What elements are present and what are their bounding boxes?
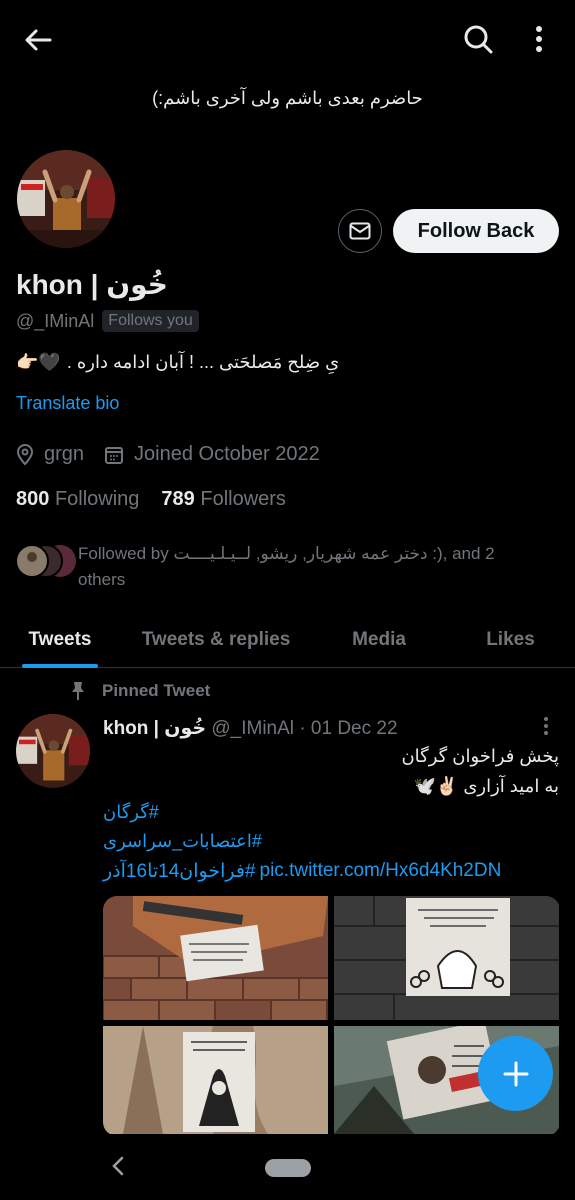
mail-icon [349,222,371,240]
followers-count: 789 [161,488,195,510]
location-pin-icon [16,443,34,465]
system-back-button[interactable] [104,1152,132,1180]
tweet-author-name[interactable]: khon | خُون [103,718,206,739]
calendar-icon [105,446,124,464]
mutual-avatar-stack [15,544,76,578]
more-vertical-icon [544,717,548,735]
more-vertical-icon [536,26,542,52]
location: grgn [44,443,85,465]
photo-mailbox [103,896,328,1020]
photo-poster-chain [334,896,559,1020]
tab-tweets[interactable]: Tweets [0,612,120,668]
back-arrow-icon [25,29,52,51]
translate-bio-link[interactable]: Translate bio [16,393,119,414]
tab-media[interactable]: Media [312,612,446,667]
following-label: Following [54,488,140,510]
hashtag-link[interactable]: #گرگان [103,802,159,823]
tweet-author-handle: @_IMinAl [211,718,295,739]
tweet-photo[interactable] [103,896,328,1020]
tab-tweets-replies[interactable]: Tweets & replies [120,612,312,667]
followed-by-avatars [15,541,78,581]
search-icon [464,25,493,54]
media-link[interactable]: pic.twitter.com/Hx6d4Kh2DN [260,860,502,883]
tweet-more-button[interactable] [536,714,556,738]
tweet-header: khon | خُون @_IMinAl · 01 Dec 22 [103,717,398,740]
pinned-indicator: Pinned Tweet [70,681,210,701]
search-button[interactable] [456,18,500,60]
handle-row: @_IMinAl Follows you [16,310,199,332]
followers-link[interactable]: 789 Followers [161,488,286,511]
handle: @_IMinAl [16,310,95,331]
profile-meta: grgn Joined October 2022 [16,443,320,466]
tweet-text-line: پخش فراخوان گرگان [401,746,559,766]
hashtag-link[interactable]: #فراخوان14تا16آذر [103,860,256,883]
following-count: 800 [16,488,50,510]
tweet-avatar-photo [16,714,90,788]
bio-text: یِ ضِلح مَصلحَتی ... ! آبان ادامه داره . [66,352,340,372]
tweet-date[interactable]: 01 Dec 22 [311,718,398,739]
plus-icon [503,1061,528,1086]
tweet-author-avatar[interactable] [16,714,90,788]
tweet-text-line: به امید آزاری ✌🏻🕊️ [413,776,560,796]
profile-tabs: Tweets Tweets & replies Media Likes [0,612,575,668]
follow-back-button[interactable]: Follow Back [393,209,559,253]
profile-avatar[interactable] [17,150,115,248]
followed-by-text: Followed by ‏دختر عمه شهریار‏, ریشو, لــ… [78,544,495,589]
more-options-button[interactable] [522,18,556,60]
follow-counts: 800 Following 789 Followers [16,488,286,511]
avatar-photo [17,150,115,248]
bio: 👉🏻🖤 یِ ضِلح مَصلحَتی ... ! آبان ادامه دا… [16,352,575,373]
tweet-links-row: #فراخوان14تا16آذر pic.twitter.com/Hx6d4K… [103,860,501,883]
joined-date: Joined October 2022 [134,443,320,465]
pinned-label: Pinned Tweet [102,681,211,700]
bio-emojis: 👉🏻🖤 [16,352,61,372]
followers-label: Followers [200,488,286,510]
tweet-separator: · [299,718,306,739]
chevron-left-icon [112,1156,124,1176]
banner-text: حاضرم بعدی باشم ولی آخری باشم:) [152,88,423,108]
pin-icon [72,682,84,700]
hashtag-link[interactable]: #اعتصابات_سراسری [103,831,262,852]
compose-tweet-button[interactable] [478,1036,553,1111]
followed-by[interactable]: Followed by ‏دختر عمه شهریار‏, ریشو, لــ… [15,541,546,593]
following-link[interactable]: 800 Following [16,488,139,511]
back-button[interactable] [14,20,62,60]
tweet-photo[interactable] [103,1026,328,1134]
follows-you-badge: Follows you [102,310,199,332]
display-name: khon | خُون [16,269,168,300]
tweet-photo[interactable] [334,896,559,1020]
photo-tree-poster [103,1026,328,1134]
tab-likes[interactable]: Likes [446,612,575,667]
system-home-pill[interactable] [265,1159,311,1177]
message-button[interactable] [338,209,382,253]
